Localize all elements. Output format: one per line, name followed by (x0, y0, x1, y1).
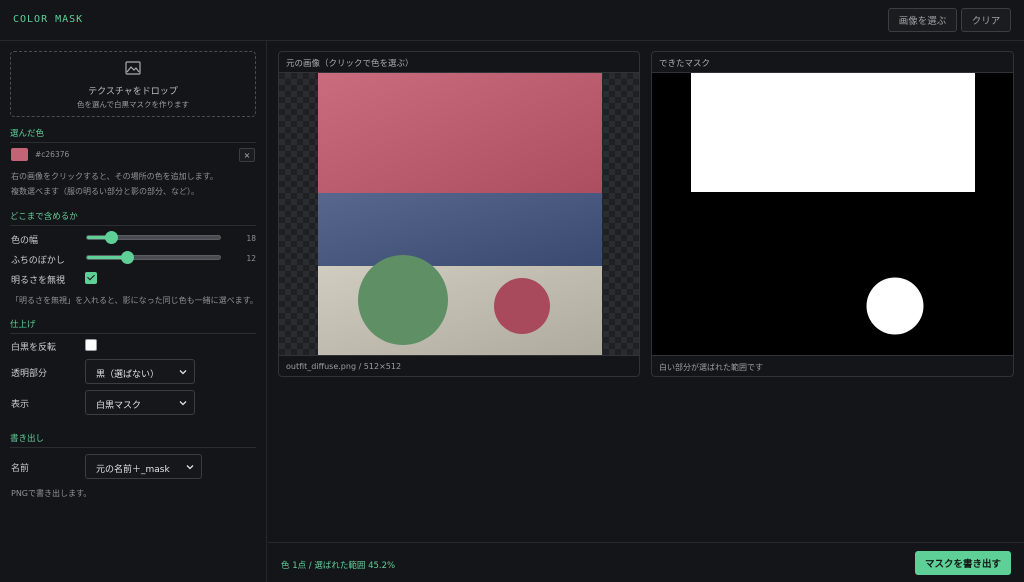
mask-panel-title: できたマスク (659, 59, 711, 69)
file-name-select[interactable]: 元の名前＋_mask (85, 454, 202, 479)
source-panel-caption: outfit_diffuse.png / 512×512 (286, 362, 402, 371)
file-name-label: 名前 (11, 464, 30, 474)
mask-red-circle-region (866, 277, 924, 335)
export-mask-button[interactable]: マスクを書き出す (915, 551, 1011, 575)
color-width-slider-thumb[interactable] (104, 231, 118, 244)
selection-status: 色 1点 / 選ばれた範囲 45.2% (281, 561, 396, 571)
texture-dropzone[interactable]: テクスチャをドロップ 色を選んで白黒マスクを作ります (10, 51, 256, 117)
export-hint: PNGで書き出します。 (11, 489, 92, 498)
edge-blur-slider[interactable] (86, 251, 221, 264)
pink-band (318, 73, 602, 193)
invert-checkbox[interactable] (85, 339, 97, 351)
source-canvas[interactable] (279, 72, 639, 356)
color-width-value: 18 (246, 234, 256, 243)
image-icon (125, 61, 141, 75)
ignore-brightness-hint: 「明るさを無視」を入れると、影になった同じ色も一緒に選べます。 (11, 296, 258, 305)
transparent-area-label: 透明部分 (11, 369, 48, 379)
selected-colors-hint-1: 右の画像をクリックすると、その場所の色を追加します。 (11, 172, 218, 181)
range-heading: どこまで含めるか (10, 210, 256, 226)
ignore-brightness-checkbox[interactable] (85, 272, 97, 284)
ignore-brightness-label: 明るさを無視 (11, 276, 66, 286)
sidebar: テクスチャをドロップ 色を選んで白黒マスクを作ります 選んだ色 #c26376 … (0, 41, 267, 582)
color-width-label: 色の幅 (11, 236, 39, 246)
dropzone-subtitle: 色を選んで白黒マスクを作ります (76, 100, 190, 109)
finish-heading: 仕上げ (10, 318, 256, 334)
edge-blur-value: 12 (246, 254, 256, 263)
remove-color-button[interactable]: × (239, 148, 255, 162)
display-label: 表示 (11, 400, 30, 410)
mask-panel: できたマスク 白い部分が選ばれた範囲です (651, 51, 1014, 377)
green-circle (358, 255, 448, 345)
choose-image-button[interactable]: 画像を選ぶ (888, 8, 957, 32)
export-heading: 書き出し (10, 432, 256, 448)
display-select[interactable]: 白黒マスク (85, 390, 195, 415)
mask-canvas (652, 72, 1013, 356)
mask-image (691, 73, 975, 335)
color-swatch (11, 148, 28, 161)
color-width-slider[interactable] (86, 231, 221, 244)
edge-blur-slider-thumb[interactable] (120, 251, 134, 264)
edge-blur-label: ふちのぼかし (11, 256, 65, 266)
status-footer: 色 1点 / 選ばれた範囲 45.2% マスクを書き出す (268, 542, 1024, 582)
source-image-panel: 元の画像（クリックで色を選ぶ） outfit_diffuse.png / 512… (278, 51, 640, 377)
selected-colors-hint-2: 複数選べます（服の明るい部分と影の部分、など）。 (11, 187, 199, 196)
dropzone-title: テクスチャをドロップ (88, 87, 178, 97)
app-title: COLOR MASK (13, 14, 84, 25)
mask-panel-caption: 白い部分が選ばれた範囲です (659, 363, 763, 372)
transparent-area-value: 黒（選ばない） (96, 370, 160, 380)
invert-label: 白黒を反転 (11, 343, 57, 353)
chevron-down-icon (186, 465, 194, 470)
app-header: COLOR MASK 画像を選ぶ クリア (0, 0, 1024, 41)
selected-colors-heading: 選んだ色 (10, 127, 256, 143)
source-panel-title: 元の画像（クリックで色を選ぶ） (286, 59, 414, 69)
transparent-area-select[interactable]: 黒（選ばない） (85, 359, 195, 384)
blue-band (318, 193, 602, 266)
chevron-down-icon (179, 401, 187, 406)
display-value: 白黒マスク (96, 401, 142, 411)
chevron-down-icon (179, 370, 187, 375)
clear-button[interactable]: クリア (961, 8, 1011, 32)
red-circle (494, 278, 550, 334)
source-texture[interactable] (318, 73, 602, 356)
color-hex: #c26376 (35, 150, 70, 159)
mask-pink-region (691, 73, 975, 192)
file-name-value: 元の名前＋_mask (96, 465, 170, 475)
